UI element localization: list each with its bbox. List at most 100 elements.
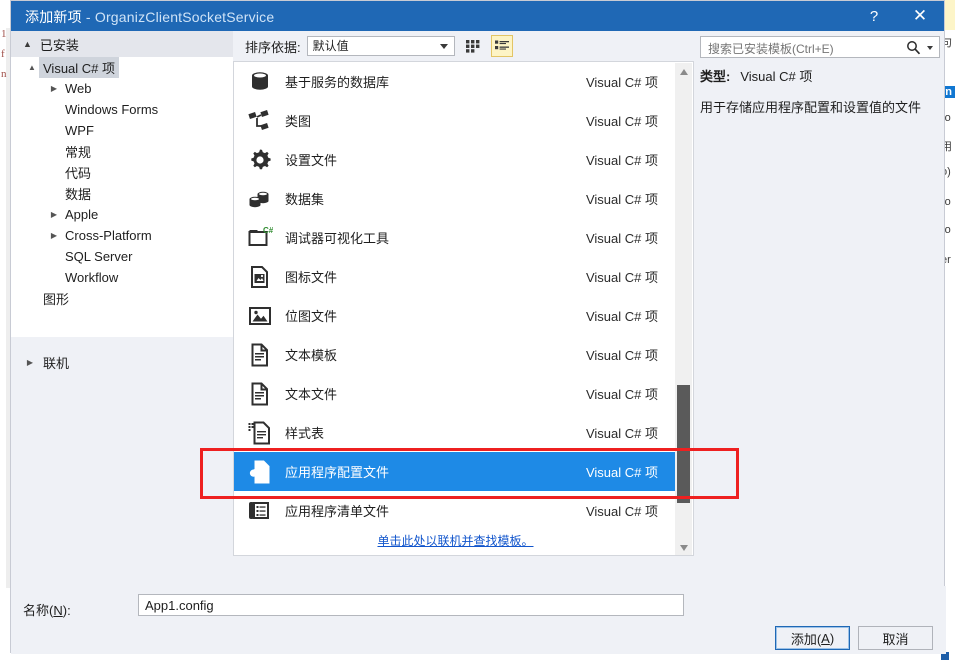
tree-item-0[interactable]: ▲ Visual C# 项 [11, 57, 233, 78]
view-tiles-button[interactable] [462, 35, 484, 57]
dialog-title-separator: - [81, 9, 95, 25]
template-list-item[interactable]: 文本模板 Visual C# 项 [234, 335, 676, 374]
template-list-item[interactable]: C# 调试器可视化工具 Visual C# 项 [234, 218, 676, 257]
chevron-right-icon[interactable]: ▶ [47, 231, 61, 240]
template-list-item[interactable]: 样式表 Visual C# 项 [234, 413, 676, 452]
cancel-button[interactable]: 取消 [858, 626, 933, 650]
template-item-name: 文本模板 [285, 348, 338, 363]
template-item-kind: Visual C# 项 [585, 231, 658, 246]
scrollbar-thumb[interactable] [677, 385, 690, 503]
sort-dropdown[interactable]: 默认值 [306, 36, 455, 56]
tree-item-label: 图形 [43, 292, 70, 307]
online-section[interactable]: ▶ 联机 [11, 349, 233, 375]
template-item-kind: Visual C# 项 [585, 309, 658, 324]
template-list-item[interactable]: 图标文件 Visual C# 项 [234, 257, 676, 296]
icon-file-icon [244, 262, 276, 292]
template-item-name: 设置文件 [285, 153, 338, 168]
chevron-down-icon[interactable]: ▲ [25, 63, 39, 72]
dialog-title: 添加新项 - OrganizClientSocketService [25, 7, 274, 27]
online-link-row: 单击此处以联机并查找模板。 [235, 526, 676, 554]
tree-item-label: WPF [65, 123, 94, 138]
dataset-icon [244, 184, 276, 214]
template-list[interactable]: 基于服务的数据库 Visual C# 项类图 Visual C# 项设置文件 Visu… [234, 62, 676, 555]
sort-label: 排序依据: [245, 39, 301, 55]
find-online-templates-link[interactable]: 单击此处以联机并查找模板。 [377, 532, 533, 549]
tree-item-10[interactable]: Workflow [11, 267, 233, 288]
template-item-name: 应用程序配置文件 [285, 465, 390, 480]
tree-item-label: Windows Forms [65, 102, 159, 117]
template-list-item[interactable]: 设置文件 Visual C# 项 [234, 140, 676, 179]
online-section-label: 联机 [43, 355, 70, 371]
dialog-title-project: OrganizClientSocketService [94, 9, 275, 25]
chevron-right-icon: ▶ [26, 357, 34, 367]
bitmap-file-icon [249, 306, 271, 325]
scroll-down-button[interactable] [675, 539, 692, 555]
template-list-item[interactable]: 基于服务的数据库 Visual C# 项 [234, 62, 676, 101]
tree-item-5[interactable]: 代码 [11, 162, 233, 183]
template-item-name: 数据集 [285, 192, 325, 207]
template-list-item[interactable]: 应用程序清单文件 Visual C# 项 [234, 491, 676, 530]
search-input[interactable] [706, 39, 905, 59]
template-item-kind: Visual C# 项 [585, 465, 658, 480]
tree-item-6[interactable]: 数据 [11, 183, 233, 204]
help-icon[interactable]: ? [852, 1, 896, 31]
template-list-item[interactable]: 位图文件 Visual C# 项 [234, 296, 676, 335]
template-item-name: 位图文件 [285, 309, 338, 324]
add-button[interactable]: 添加(A) [775, 626, 850, 650]
template-list-scrollbar[interactable] [675, 63, 692, 555]
tree-item-label: Cross-Platform [65, 228, 152, 243]
sort-dropdown-value: 默认值 [312, 39, 349, 53]
tree-item-2[interactable]: Windows Forms [11, 99, 233, 120]
dataset-icon [249, 191, 269, 207]
database-icon [244, 67, 276, 97]
template-details: 类型: Visual C# 项 用于存储应用程序配置和设置值的文件 [700, 62, 940, 556]
stylesheet-icon [248, 421, 270, 444]
view-list-button[interactable] [490, 35, 513, 57]
tree-item-8[interactable]: ▶ Cross-Platform [11, 225, 233, 246]
tree-item-4[interactable]: 常规 [11, 141, 233, 162]
chevron-down-icon[interactable] [927, 46, 933, 50]
name-field-label: 名称(N): [23, 600, 71, 619]
search-icon[interactable] [906, 40, 921, 55]
text-file-icon [244, 379, 276, 409]
template-item-kind: Visual C# 项 [585, 270, 658, 285]
dialog-footer: 名称(N): 添加(A) 取消 [11, 586, 946, 654]
tree-item-7[interactable]: ▶ Apple [11, 204, 233, 225]
template-list-item[interactable]: 文本文件 Visual C# 项 [234, 374, 676, 413]
template-list-item[interactable]: 应用程序配置文件 Visual C# 项 [234, 452, 676, 491]
background-glyph: n [1, 68, 7, 80]
category-tree[interactable]: ▲ Visual C# 项 ▶ Web Windows Forms WPF 常规代码数据 ▶ A… [11, 57, 233, 337]
add-button-prefix: 添加( [790, 631, 822, 647]
tree-item-3[interactable]: WPF [11, 120, 233, 141]
close-icon[interactable]: ✕ [898, 1, 942, 31]
template-list-item[interactable]: 数据集 Visual C# 项 [234, 179, 676, 218]
template-item-kind: Visual C# 项 [585, 387, 658, 402]
name-input[interactable] [138, 594, 684, 616]
chevron-right-icon[interactable]: ▶ [47, 84, 61, 93]
tree-item-label: 数据 [65, 187, 92, 202]
stylesheet-icon [244, 418, 276, 448]
tree-item-label: 代码 [65, 166, 92, 181]
background-glyph: f [1, 48, 5, 60]
template-item-kind: Visual C# 项 [585, 348, 658, 363]
details-pane: 类型: Visual C# 项 用于存储应用程序配置和设置值的文件 [694, 31, 946, 586]
tree-item-1[interactable]: ▶ Web [11, 78, 233, 99]
template-item-name: 图标文件 [285, 270, 338, 285]
chevron-right-icon[interactable]: ▶ [47, 210, 61, 219]
add-button-suffix: ) [829, 630, 835, 646]
triangle-down-icon [679, 544, 688, 551]
installed-header[interactable]: ▲ 已安装 [11, 31, 233, 57]
detail-type-label: 类型: [700, 69, 731, 84]
tree-item-11[interactable]: 图形 [11, 288, 233, 309]
template-item-kind: Visual C# 项 [585, 426, 658, 441]
template-item-kind: Visual C# 项 [585, 153, 658, 168]
tree-item-9[interactable]: SQL Server [11, 246, 233, 267]
sort-toolbar: 排序依据: 默认值 [233, 31, 694, 61]
svg-text:C#: C# [263, 226, 273, 235]
template-list-item[interactable]: 类图 Visual C# 项 [234, 101, 676, 140]
add-new-item-dialog: 添加新项 - OrganizClientSocketService ? ✕ ▲ … [10, 0, 946, 654]
installed-templates-pane: ▲ 已安装 ▲ Visual C# 项 ▶ Web Windows Forms WPF 常规… [11, 31, 233, 586]
scroll-up-button[interactable] [675, 63, 692, 80]
search-box[interactable] [700, 36, 940, 59]
template-item-name: 样式表 [285, 426, 325, 441]
